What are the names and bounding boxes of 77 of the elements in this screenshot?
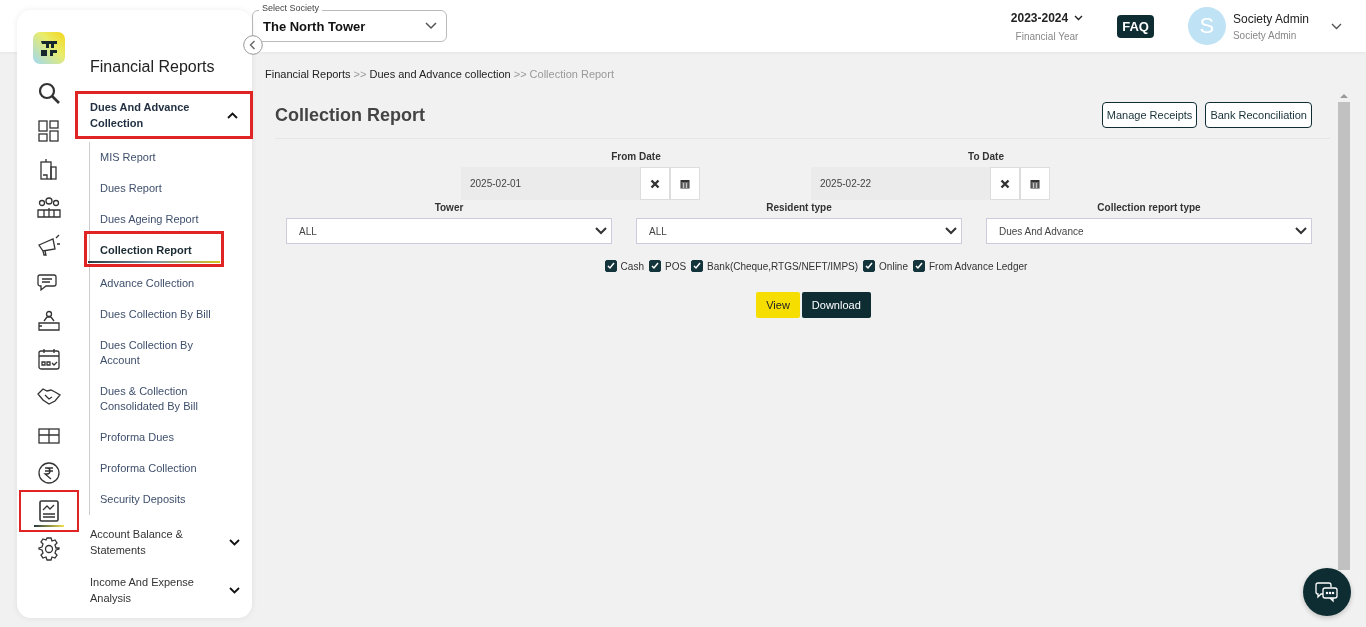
checkbox-label: POS: [664, 260, 687, 272]
chat-button[interactable]: [1303, 568, 1351, 616]
menu-item[interactable]: Dues Collection By Account: [100, 330, 220, 376]
chevron-down-icon: [1295, 227, 1307, 235]
checkbox[interactable]: [691, 260, 704, 272]
user-role: Society Admin: [1232, 29, 1298, 41]
app-logo-icon: [32, 32, 65, 64]
financial-year-caption: Financial Year: [1015, 30, 1079, 42]
search-icon: [36, 81, 61, 105]
report-icon: [36, 499, 61, 523]
form-button[interactable]: Download: [801, 292, 871, 318]
menu-item[interactable]: Proforma Collection: [100, 453, 220, 484]
chevron-left-icon[interactable]: [243, 35, 263, 55]
breadcrumb-separator: >>: [353, 68, 367, 80]
chevron-down-icon: [229, 586, 240, 594]
checkbox-label: From Advance Ledger: [929, 260, 1028, 272]
field-label: Tower: [433, 202, 465, 213]
user-name: Society Admin: [1232, 11, 1309, 26]
checkbox-label: Online: [879, 260, 908, 272]
menu-item[interactable]: Proforma Dues: [100, 422, 220, 453]
chevron-down-icon: [425, 22, 437, 30]
settings-icon: [36, 537, 61, 561]
chevron-down-icon: [1074, 14, 1084, 21]
clear-icon[interactable]: [990, 167, 1020, 200]
field-label: To Date: [967, 151, 1005, 162]
dropdown-field[interactable]: ALL: [286, 218, 612, 244]
people-icon: [36, 195, 61, 219]
checkbox[interactable]: [648, 260, 661, 272]
financial-year-select[interactable]: 2023-2024: [1010, 10, 1084, 25]
menu-group[interactable]: Dues And Advance Collection: [78, 94, 250, 136]
menu-title: Financial Reports: [90, 58, 216, 76]
breadcrumb-link[interactable]: Dues and Advance collection: [369, 68, 511, 80]
page-title: Collection Report: [275, 104, 425, 126]
calendar-icon[interactable]: [670, 167, 700, 200]
menu-group[interactable]: Income And Expense Analysis: [90, 569, 252, 611]
menu-item[interactable]: Dues Report: [100, 173, 220, 204]
menu-item[interactable]: Advance Collection: [100, 268, 220, 299]
rupee-icon: [36, 461, 61, 485]
checkbox[interactable]: [604, 260, 617, 272]
grid-icon: [36, 119, 61, 143]
society-select-label: Select Society: [259, 3, 323, 13]
menu-group[interactable]: Account Balance & Statements: [90, 521, 252, 563]
menu-item[interactable]: MIS Report: [100, 142, 220, 173]
menu-item[interactable]: Dues Collection By Bill: [100, 299, 220, 330]
menu-item[interactable]: Dues & Collection Consolidated By Bill: [100, 376, 220, 422]
avatar: S: [1187, 7, 1226, 45]
chevron-down-icon[interactable]: [1331, 22, 1342, 30]
field-label: From Date: [610, 151, 662, 162]
checkbox-label: Bank(Cheque,RTGS/NEFT/IMPS): [707, 260, 859, 272]
field-label: Collection report type: [1096, 202, 1202, 213]
megaphone-icon: [36, 233, 61, 257]
checkbox-label: Cash: [620, 260, 644, 272]
date-field[interactable]: 2025-02-22: [811, 167, 990, 200]
chevron-up-icon: [227, 111, 238, 119]
faq-button[interactable]: FAQ: [1117, 14, 1154, 38]
menu-item[interactable]: Dues Ageing Report: [100, 204, 220, 235]
calendar-icon[interactable]: [1020, 167, 1050, 200]
dropdown-field[interactable]: Dues And Advance: [986, 218, 1312, 244]
form-button[interactable]: View: [756, 292, 800, 318]
desk-icon: [36, 309, 61, 333]
menu-item[interactable]: Security Deposits: [100, 484, 220, 515]
sidebar-nav-item[interactable]: [20, 492, 77, 530]
breadcrumb-link[interactable]: Financial Reports: [265, 68, 351, 80]
action-button[interactable]: Manage Receipts: [1101, 102, 1198, 128]
date-field[interactable]: 2025-02-01: [461, 167, 640, 200]
clear-icon[interactable]: [640, 167, 670, 200]
action-button[interactable]: Bank Reconciliation: [1205, 102, 1312, 128]
chevron-down-icon: [945, 227, 957, 235]
checkbox[interactable]: [913, 260, 925, 272]
field-label: Resident type: [765, 202, 833, 213]
calendar-icon: [36, 347, 61, 371]
chevron-down-icon: [595, 227, 607, 235]
breadcrumb-separator: >>: [513, 68, 527, 80]
chevron-down-icon: [229, 538, 240, 546]
dropdown-field[interactable]: ALL: [636, 218, 962, 244]
chat-bubbles-icon: [1315, 581, 1339, 603]
checkbox[interactable]: [863, 260, 876, 272]
